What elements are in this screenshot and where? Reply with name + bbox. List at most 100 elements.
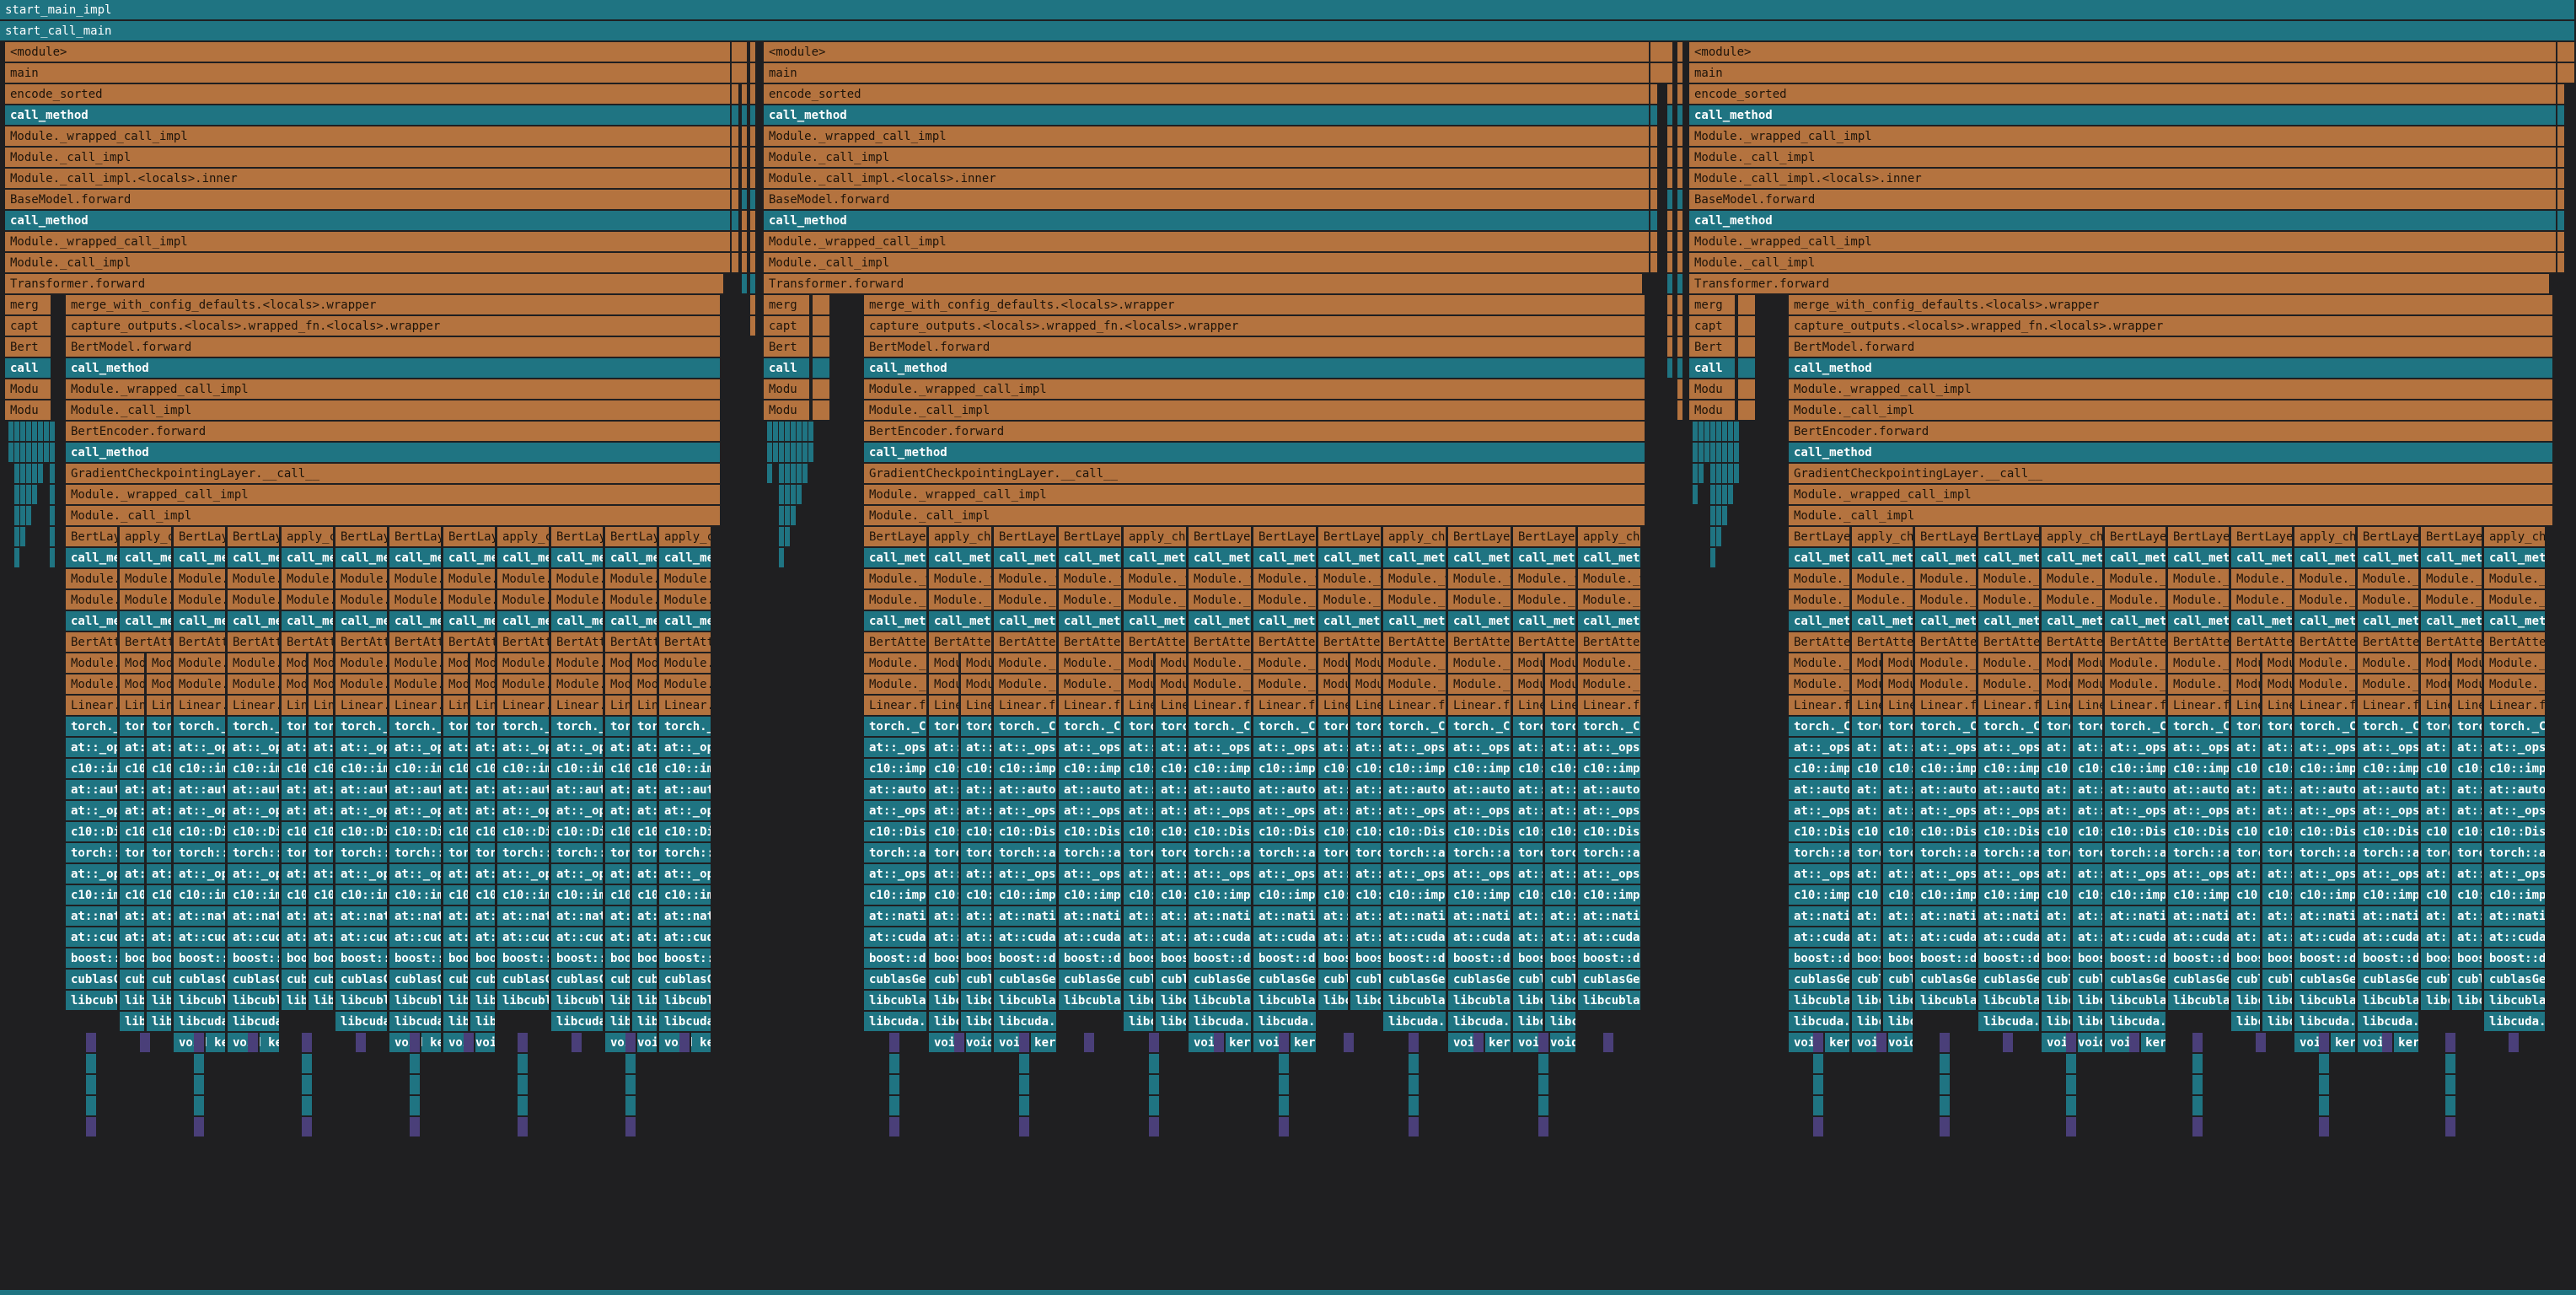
frame-at-ops-linear-call[interactable]: at::_ops::linear::call xyxy=(497,738,550,758)
frame-native[interactable] xyxy=(2557,169,2566,189)
frame-at-native-addmm-out-cuda[interactable]: at::native::addmm_out_cuda xyxy=(1448,906,1512,927)
frame-at-ops-addmm-call[interactable]: at::_ops::addmm::call xyxy=(1883,801,1914,821)
frame-libcuda-so[interactable]: libcuda.so xyxy=(2262,1012,2294,1032)
frame-libcuda-so[interactable] xyxy=(194,1075,206,1095)
frame-at-ops-addmm-call[interactable]: at::_ops::addmm::call xyxy=(2452,801,2483,821)
frame-bertattention-forward[interactable]: BertAttention.forward xyxy=(2358,632,2420,653)
frame-module-call-impl-locals-inner[interactable]: Module._call_impl.<locals>.inner xyxy=(5,169,732,189)
frame-torch-autograd-addmm[interactable]: torch::autograd::addmm xyxy=(1789,843,1851,863)
frame-libcuda-so[interactable]: libcuda.so xyxy=(1789,1012,1851,1032)
frame-module-call-impl[interactable]: Module._call_impl xyxy=(659,590,712,610)
frame-cublasgemmex[interactable]: cublasGemmEx xyxy=(2262,970,2294,990)
frame-module-call-impl[interactable]: Module._call_impl xyxy=(864,506,1646,526)
frame-call-method[interactable]: call_method xyxy=(1578,611,1642,631)
frame-cublasgemmex[interactable]: cublasGemmEx xyxy=(2452,970,2483,990)
frame-cuda[interactable] xyxy=(1214,1033,1226,1053)
frame-module-call-impl[interactable]: Module._call_impl xyxy=(1124,674,1155,695)
frame-torch-autograd-addmm[interactable]: torch::autograd::addmm xyxy=(2073,843,2104,863)
frame-n[interactable] xyxy=(1722,506,1729,526)
frame-encode-sorted[interactable]: encode_sorted xyxy=(1689,84,2557,105)
frame-torch-c-nn-linear[interactable]: torch._C._nn.linear xyxy=(443,717,470,737)
frame-libcublaslt-so[interactable]: libcublasLt.so xyxy=(2231,991,2262,1011)
frame-mo[interactable] xyxy=(1650,42,1669,62)
frame-main[interactable]: main xyxy=(1689,63,2557,83)
frame-at-autograd-variabletype[interactable]: at::autograd::VariableType xyxy=(1448,780,1512,800)
frame-c10-impl-wrap-kernel-functor[interactable]: c10::impl::wrap_kernel_functor xyxy=(929,759,960,779)
frame-module-wrapped-call-impl[interactable]: Module._wrapped_call_impl xyxy=(1915,569,1978,589)
frame-cuda[interactable] xyxy=(1279,1054,1291,1074)
frame-capture-outputs-locals-wrapped-fn-locals[interactable]: capture_outputs.<locals>.wrapped_fn.<loc… xyxy=(66,316,722,336)
frame-at-cuda-blas-gemm[interactable]: at::cuda::blas::gemm xyxy=(1513,927,1544,948)
frame-cuda[interactable] xyxy=(1019,1054,1031,1074)
frame-call-method[interactable]: call_method xyxy=(2358,611,2420,631)
frame-cublasgemmex[interactable]: cublasGemmEx xyxy=(147,970,173,990)
frame-c10-impl-boxedkernel[interactable]: c10::impl::BoxedKernel xyxy=(864,885,928,905)
frame-boost-detail-function[interactable]: boost::detail::function xyxy=(147,948,173,969)
frame-module-call-impl[interactable]: Module._call_impl xyxy=(1789,653,1851,674)
frame-n[interactable] xyxy=(1667,274,1674,294)
frame-at-autograd-variabletype[interactable]: at::autograd::VariableType xyxy=(1978,780,2041,800)
frame-n[interactable] xyxy=(742,42,749,62)
frame-native[interactable] xyxy=(2557,148,2566,168)
frame-c10-impl-wrap-kernel-functor[interactable]: c10::impl::wrap_kernel_functor xyxy=(1789,759,1851,779)
frame-call-method[interactable]: call_method xyxy=(335,611,389,631)
frame-at-ops-addmm-redispatch[interactable]: at::_ops::addmm::redispatch xyxy=(994,864,1058,884)
frame-torch-autograd-addmm[interactable]: torch::autograd::addmm xyxy=(1318,843,1350,863)
frame-at-ops-linear-call[interactable]: at::_ops::linear::call xyxy=(961,738,993,758)
frame-at-ops-linear-call[interactable]: at::_ops::linear::call xyxy=(2073,738,2104,758)
frame-cublasgemmex[interactable]: cublasGemmEx xyxy=(551,970,604,990)
frame-module-call-impl[interactable]: Module._call_impl xyxy=(1513,653,1544,674)
frame-linear-forward[interactable]: Linear.forward xyxy=(443,696,470,716)
frame-n[interactable] xyxy=(750,105,757,126)
frame-at-autograd-variabletype[interactable]: at::autograd::VariableType xyxy=(1253,780,1318,800)
frame-boost-detail-function[interactable]: boost::detail::function xyxy=(282,948,308,969)
frame-bertlayer[interactable]: BertLayer xyxy=(2231,527,2294,547)
frame-apply-chunking-to-forward[interactable]: apply_chunking_to_forward xyxy=(2484,527,2546,547)
frame-at-autograd-variabletype[interactable]: at::autograd::VariableType xyxy=(2421,780,2451,800)
frame-c10-dispatcher-call[interactable]: c10::Dispatcher::call xyxy=(309,822,335,842)
frame-c10-impl-wrap-kernel-functor[interactable]: c10::impl::wrap_kernel_functor xyxy=(309,759,335,779)
frame-boost-detail-function[interactable]: boost::detail::function xyxy=(994,948,1058,969)
frame-bertlayer[interactable]: BertLayer xyxy=(1915,527,1978,547)
frame-module-call-impl[interactable]: Module._call_impl xyxy=(2168,653,2230,674)
frame-n[interactable] xyxy=(1667,42,1674,62)
frame-at-native-addmm-out-cuda[interactable]: at::native::addmm_out_cuda xyxy=(1124,906,1155,927)
frame-capt[interactable]: capt xyxy=(764,316,811,336)
frame-libcuda-so[interactable] xyxy=(518,1075,529,1095)
frame-libcuda-so[interactable]: libcuda.so xyxy=(1978,1012,2041,1032)
frame-boost-detail-function[interactable]: boost::detail::function xyxy=(2168,948,2230,969)
frame-call-method[interactable]: call_method xyxy=(1383,611,1447,631)
frame-module-wrapped-call-impl[interactable]: Module._wrapped_call_impl xyxy=(1189,569,1253,589)
frame-c10-dispatcher-call[interactable]: c10::Dispatcher::call xyxy=(1789,822,1851,842)
frame-call-method[interactable]: call_method xyxy=(66,443,722,463)
frame-call-method[interactable]: call_method xyxy=(1689,105,2557,126)
frame-bertencoder-forward[interactable]: BertEncoder.forward xyxy=(864,422,1646,442)
frame-bertlayer[interactable]: BertLayer xyxy=(551,527,604,547)
frame-bertlayer[interactable]: BertLayer xyxy=(1189,527,1253,547)
frame-module-call-impl[interactable]: Module._call_impl xyxy=(2042,590,2104,610)
frame-boost-detail-function[interactable]: boost::detail::function xyxy=(2262,948,2294,969)
frame-c10-impl-wrap-kernel-functor[interactable]: c10::impl::wrap_kernel_functor xyxy=(443,759,470,779)
frame-at-ops-addmm-redispatch[interactable]: at::_ops::addmm::redispatch xyxy=(961,864,993,884)
frame-call[interactable] xyxy=(813,358,831,379)
frame-at-ops-addmm-call[interactable]: at::_ops::addmm::call xyxy=(1915,801,1978,821)
frame-cuda[interactable] xyxy=(889,1054,901,1074)
frame-native[interactable] xyxy=(732,105,740,126)
frame-bertattention-forward[interactable]: BertAttention.forward xyxy=(1915,632,1978,653)
frame-at-native-addmm-out-cuda[interactable]: at::native::addmm_out_cuda xyxy=(1852,906,1882,927)
frame-libcublaslt-so[interactable]: libcublasLt.so xyxy=(659,991,712,1011)
frame-modu[interactable] xyxy=(1738,379,1757,400)
frame-n[interactable] xyxy=(1677,84,1684,105)
frame-torch-autograd-addmm[interactable]: torch::autograd::addmm xyxy=(929,843,960,863)
frame-cublasgemmex[interactable]: cublasGemmEx xyxy=(2042,970,2072,990)
frame-c10-dispatcher-call[interactable]: c10::Dispatcher::call xyxy=(1513,822,1544,842)
frame-at-ops-addmm-call[interactable]: at::_ops::addmm::call xyxy=(389,801,443,821)
frame-at-native-addmm-out-cuda[interactable]: at::native::addmm_out_cuda xyxy=(605,906,631,927)
frame-module-call-impl[interactable]: Module._call_impl xyxy=(632,674,658,695)
frame-at-autograd-variabletype[interactable]: at::autograd::VariableType xyxy=(2294,780,2357,800)
frame-cuda[interactable] xyxy=(302,1054,314,1074)
frame-boost-detail-function[interactable]: boost::detail::function xyxy=(659,948,712,969)
frame-c10-impl-wrap-kernel-functor[interactable]: c10::impl::wrap_kernel_functor xyxy=(2484,759,2546,779)
frame-at-ops-linear-call[interactable]: at::_ops::linear::call xyxy=(470,738,496,758)
frame-torch-c-nn-linear[interactable]: torch._C._nn.linear xyxy=(1852,717,1882,737)
